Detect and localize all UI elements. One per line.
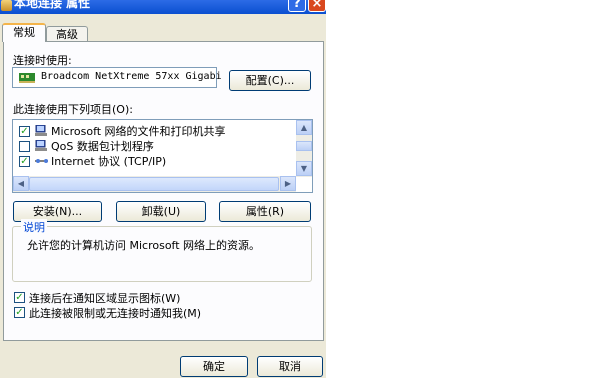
close-button[interactable]: × — [308, 0, 326, 12]
items-list[interactable]: ✓ Microsoft 网络的文件和打印机共享 QoS 数据包计划程序 ✓ In… — [12, 119, 313, 193]
item-checkbox[interactable] — [19, 141, 30, 152]
notify-label[interactable]: 此连接被限制或无连接时通知我(M) — [29, 305, 201, 321]
qos-icon — [35, 140, 47, 151]
horizontal-scrollbar[interactable]: ◀ ▶ — [13, 176, 296, 192]
window-title: 本地连接 属性 — [14, 0, 91, 10]
item-checkbox[interactable]: ✓ — [19, 156, 30, 167]
description-group — [12, 226, 312, 282]
properties-dialog: 本地连接 属性 ? × 高级 常规 连接时使用: Broadcom NetXtr… — [0, 0, 326, 378]
description-title: 说明 — [21, 219, 47, 235]
show-icon-checkbox[interactable]: ✓ — [14, 292, 25, 303]
help-button[interactable]: ? — [288, 0, 306, 12]
tab-advanced[interactable]: 高级 — [46, 26, 88, 42]
connect-using-label: 连接时使用: — [13, 54, 72, 67]
adapter-name: Broadcom NetXtreme 57xx Gigabi — [41, 71, 222, 82]
horizontal-scroll-thumb[interactable] — [29, 177, 279, 191]
network-client-icon — [35, 125, 47, 136]
properties-button[interactable]: 属性(R) — [219, 201, 311, 222]
show-icon-label[interactable]: 连接后在通知区域显示图标(W) — [29, 290, 180, 306]
protocol-icon — [35, 159, 48, 163]
list-item[interactable]: ✓ Microsoft 网络的文件和打印机共享 — [19, 124, 289, 139]
vertical-scrollbar[interactable]: ▲ ▼ — [296, 120, 312, 177]
scroll-right-icon[interactable]: ▶ — [280, 176, 296, 191]
uninstall-button[interactable]: 卸载(U) — [116, 201, 206, 222]
ok-button[interactable]: 确定 — [180, 356, 248, 377]
configure-button[interactable]: 配置(C)... — [229, 70, 311, 91]
items-label: 此连接使用下列项目(O): — [13, 103, 133, 116]
tab-general[interactable]: 常规 — [2, 23, 46, 42]
scroll-down-icon[interactable]: ▼ — [296, 161, 312, 176]
cancel-button[interactable]: 取消 — [257, 356, 323, 377]
scroll-thumb[interactable] — [296, 141, 312, 151]
item-label: Microsoft 网络的文件和打印机共享 — [51, 125, 226, 138]
notify-checkbox[interactable]: ✓ — [14, 307, 25, 318]
item-label: Internet 协议 (TCP/IP) — [51, 155, 167, 168]
network-adapter-icon — [19, 73, 35, 83]
scroll-up-icon[interactable]: ▲ — [296, 120, 312, 135]
item-label: QoS 数据包计划程序 — [51, 140, 154, 153]
title-bar[interactable]: 本地连接 属性 ? × — [0, 0, 326, 14]
scroll-left-icon[interactable]: ◀ — [13, 176, 29, 191]
list-item[interactable]: QoS 数据包计划程序 — [19, 139, 289, 154]
list-item[interactable]: ✓ Internet 协议 (TCP/IP) — [19, 154, 289, 169]
adapter-field: Broadcom NetXtreme 57xx Gigabi — [12, 67, 222, 88]
description-text: 允许您的计算机访问 Microsoft 网络上的资源。 — [27, 239, 261, 252]
connection-icon — [1, 0, 12, 11]
item-checkbox[interactable]: ✓ — [19, 126, 30, 137]
